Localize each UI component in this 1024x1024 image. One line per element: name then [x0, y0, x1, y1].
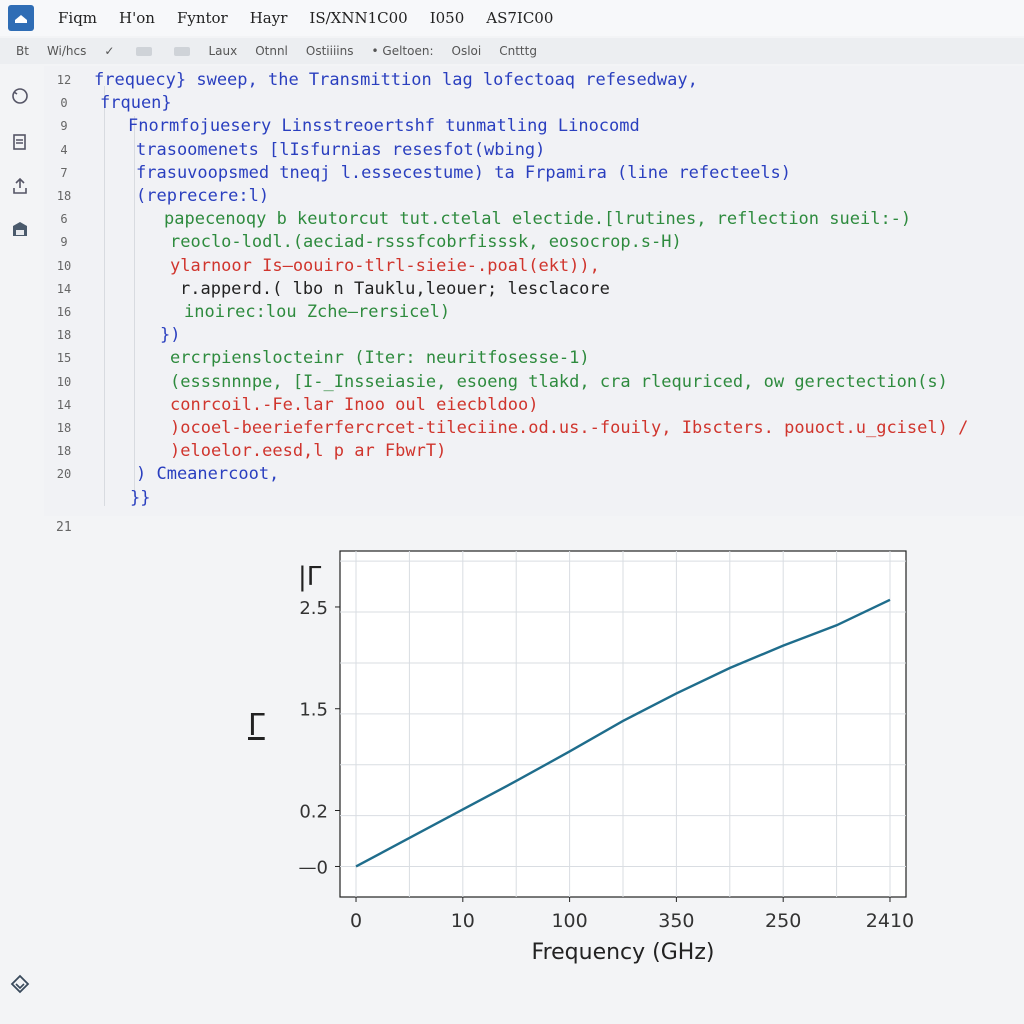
code-line: }} — [130, 487, 151, 508]
menu-item-title-2[interactable]: I050 — [430, 9, 465, 27]
line-number: 16 — [56, 305, 72, 319]
code-editor[interactable]: 12 0 9 4 7 18 6 9 10 14 16 18 15 10 14 18 18 20 frequecy}… — [44, 66, 1024, 516]
code-line: ercrpienslocteinr (Iter: neuritfosesse-1… — [170, 348, 590, 369]
x-tick-label: 350 — [658, 910, 694, 932]
x-tick-label: 100 — [551, 910, 587, 932]
code-line: reoclo-lodl.(aeciad-rsssfcobrfisssk, eos… — [170, 232, 682, 253]
x-tick-label: 10 — [451, 910, 475, 932]
code-line: conrcoil.-Fe.lar Inoo oul eiecbldoo) — [170, 394, 539, 415]
y-tick-label: 1.5 — [299, 700, 328, 721]
line-number: 14 — [56, 281, 72, 296]
code-line: (reprecere:l) — [136, 186, 270, 206]
line-number: 15 — [56, 351, 72, 366]
line-number: 18 — [56, 189, 72, 203]
code-line: ylarnoor Is—oouiro-tlrl-sieie-.poal(ekt)… — [170, 255, 600, 276]
code-line: trasoomenets [lIsfurnias resesfot(wbing) — [136, 139, 546, 160]
code-line: r.apperd.( lbo n Tauklu,leouer; lesclaco… — [180, 278, 610, 299]
x-axis-label: Frequency (GHz) — [532, 940, 715, 965]
y-tick-label: 2.5 — [299, 598, 328, 619]
document-icon[interactable] — [8, 130, 32, 154]
line-number: 18 — [56, 421, 72, 435]
toolbar: Bt Wi/hcs ✓ Laux Otnnl Ostiiiins • Gelto… — [0, 38, 1024, 64]
layers-icon[interactable] — [8, 972, 32, 996]
menu-item-edit[interactable]: H'on — [119, 9, 155, 27]
x-tick-label: 0 — [350, 910, 362, 932]
title-bar: Fiqm H'on Fyntor Hayr IS/XNN1C00 I050 AS… — [0, 0, 1024, 36]
toolbar-stop-button[interactable] — [174, 46, 191, 56]
toolbar-item-8[interactable]: Cntttg — [499, 44, 537, 58]
code-line: inoirec:lou Zche—rersicel) — [184, 302, 451, 322]
x-tick-label: 250 — [765, 910, 801, 932]
toolbar-item-4[interactable]: Otnnl — [255, 44, 288, 58]
code-line: papecenoqy b keutorcut tut.ctelal electi… — [164, 209, 912, 230]
code-line: frasuvoopsmed tneqj l.essecestume) ta Fr… — [136, 162, 792, 183]
x-tick-label: 2410 — [866, 910, 914, 932]
code-line: ) Cmeanercoot, — [136, 464, 280, 485]
line-number: 14 — [56, 397, 72, 412]
line-number: 18 — [56, 444, 72, 459]
line-number: 0 — [60, 96, 68, 111]
y-axis-label-secondary: Γ — [248, 708, 265, 743]
line-number: 12 — [56, 73, 72, 87]
toolbar-item-7[interactable]: Osloi — [452, 44, 482, 58]
toolbar-item-6[interactable]: • Geltoen: — [372, 44, 434, 58]
menu-item-python[interactable]: Fyntor — [177, 9, 228, 27]
menu-item-title-3[interactable]: AS7IC00 — [486, 9, 553, 27]
menu-item-file[interactable]: Fiqm — [58, 9, 97, 27]
line-number: 6 — [60, 212, 68, 227]
toolbar-item-5[interactable]: Ostiiiins — [306, 44, 354, 58]
toolbar-item-3[interactable]: Laux — [208, 44, 237, 58]
save-icon[interactable] — [8, 218, 32, 242]
toolbar-check[interactable]: ✓ — [104, 44, 114, 58]
y-tick-label: —0 — [299, 857, 328, 878]
code-line: (esssnnnpe, [I-_Insseiasie, esoeng tlakd… — [170, 371, 948, 392]
y-tick-label: 0.2 — [299, 802, 328, 823]
line-number: 20 — [56, 467, 72, 482]
code-line: Fnormfojuesery Linsstreoertshf tunmatlin… — [128, 116, 640, 137]
last-line-number: 21 — [56, 520, 72, 535]
toolbar-run-button[interactable] — [136, 46, 153, 56]
refresh-icon[interactable] — [8, 84, 32, 108]
code-line: frequecy} sweep, the Transmittion lag lo… — [94, 70, 698, 90]
indent-guide — [134, 116, 135, 496]
sidebar — [0, 64, 42, 1024]
code-line: frquen} — [100, 93, 172, 114]
code-line: )eloelor.eesd,l p ar FbwrT) — [170, 441, 447, 462]
line-chart: 0 10 100 350 250 2410 —0 0.2 1.5 2.5 Frequency (GH… — [248, 550, 914, 965]
menu-item-help[interactable]: Hayr — [250, 9, 288, 27]
y-axis-label: |Γ — [298, 562, 322, 592]
upload-icon[interactable] — [8, 174, 32, 198]
code-line: }) — [160, 325, 181, 346]
indent-guide — [104, 86, 105, 506]
line-number: 9 — [60, 119, 68, 134]
line-number: 10 — [56, 258, 72, 273]
line-number: 7 — [60, 165, 68, 180]
menu-item-title-1[interactable]: IS/XNN1C00 — [309, 9, 407, 27]
toolbar-item-1[interactable]: Wi/hcs — [47, 44, 86, 58]
line-number: 10 — [56, 374, 72, 389]
plot-output: 0 10 100 350 250 2410 —0 0.2 1.5 2.5 Frequency (GH… — [44, 535, 1024, 1015]
app-logo-icon[interactable] — [8, 5, 34, 31]
toolbar-item-0[interactable]: Bt — [16, 44, 29, 58]
line-number: 9 — [60, 235, 68, 250]
line-number: 4 — [60, 142, 68, 157]
code-line: )ocoel-beerieferfercrcet-tileciine.od.us… — [170, 418, 969, 438]
line-number: 18 — [56, 328, 72, 343]
